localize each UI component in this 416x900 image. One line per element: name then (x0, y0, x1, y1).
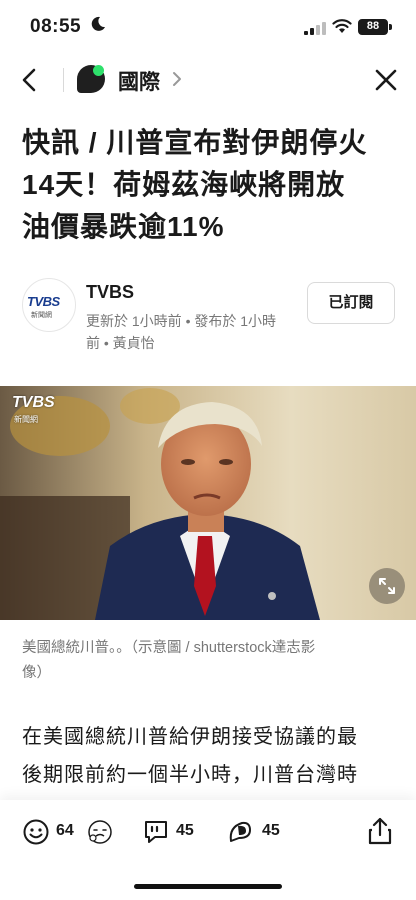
expand-icon[interactable] (369, 568, 405, 604)
battery-cap (389, 24, 392, 30)
chevron-right-icon[interactable] (170, 70, 184, 88)
caption-line: 像） (22, 665, 51, 681)
comment-count: 45 (176, 822, 194, 839)
close-icon[interactable] (370, 64, 402, 96)
cellular-signal-icon (304, 22, 326, 35)
subscribe-button[interactable]: 已訂閱 (307, 282, 395, 324)
moon-icon (91, 16, 105, 31)
battery-indicator: 88 (358, 19, 388, 35)
channel-name[interactable]: 國際 (118, 66, 160, 96)
repost-button[interactable]: 45 (226, 818, 290, 846)
comment-icon (145, 821, 167, 843)
nav-divider (63, 68, 64, 92)
emoji-reaction-button[interactable]: 64 (22, 818, 114, 846)
image-watermark: TVBS (12, 394, 55, 411)
body-line: 在美國總統川普給伊朗接受協議的最 (22, 726, 358, 748)
headline-line: 14天！荷姆茲海峽將開放 (22, 169, 346, 200)
tvbs-logo: TVBS (27, 294, 60, 309)
status-bar: 08:55 88 (0, 0, 416, 56)
channel-logo-dot (93, 65, 104, 76)
comment-button[interactable]: 45 (142, 818, 206, 846)
image-caption: 美國總統川普。。（示意圖 / shutterstock達志影 像） (22, 636, 394, 686)
share-icon[interactable] (366, 816, 394, 846)
headline-line: 油價暴跌逾11% (22, 211, 225, 242)
article-image[interactable]: TVBS 新聞網 (0, 386, 416, 620)
back-arrow-icon[interactable] (14, 64, 46, 96)
headline-line: 快訊 / 川普宣布對伊朗停火 (22, 127, 368, 158)
meta-line: 更新於 1小時前 • 發布於 1小時 (86, 313, 277, 329)
home-indicator[interactable] (134, 884, 282, 889)
smiley-icon (23, 819, 49, 845)
caption-line: 美國總統川普。。（示意圖 / shutterstock達志影 (22, 640, 316, 656)
bottom-action-bar: 64 45 45 (0, 800, 416, 900)
image-watermark-sub: 新聞網 (14, 415, 38, 424)
wifi-icon (332, 19, 352, 33)
tvbs-logo-sub: 新聞網 (31, 312, 52, 319)
body-line: 後期限前約一個半小時，川普台灣時 (22, 764, 358, 786)
status-time: 08:55 (30, 16, 82, 37)
reaction-emoji-icon (88, 820, 112, 844)
repost-count: 45 (262, 822, 280, 839)
source-avatar[interactable]: TVBS 新聞網 (22, 278, 76, 332)
emoji-count: 64 (56, 822, 74, 839)
meta-line: 前 • 黃貞怡 (86, 335, 155, 351)
article-meta: 更新於 1小時前 • 發布於 1小時 前 • 黃貞怡 (86, 310, 296, 354)
repost-icon (229, 821, 251, 842)
source-name[interactable]: TVBS (86, 282, 134, 303)
article-photo (0, 386, 416, 620)
article-body: 在美國總統川普給伊朗接受協議的最 後期限前約一個半小時，川普台灣時 (22, 718, 394, 794)
article-headline: 快訊 / 川普宣布對伊朗停火 14天！荷姆茲海峽將開放 油價暴跌逾11% (22, 122, 394, 248)
nav-bar: 國際 (0, 56, 416, 104)
